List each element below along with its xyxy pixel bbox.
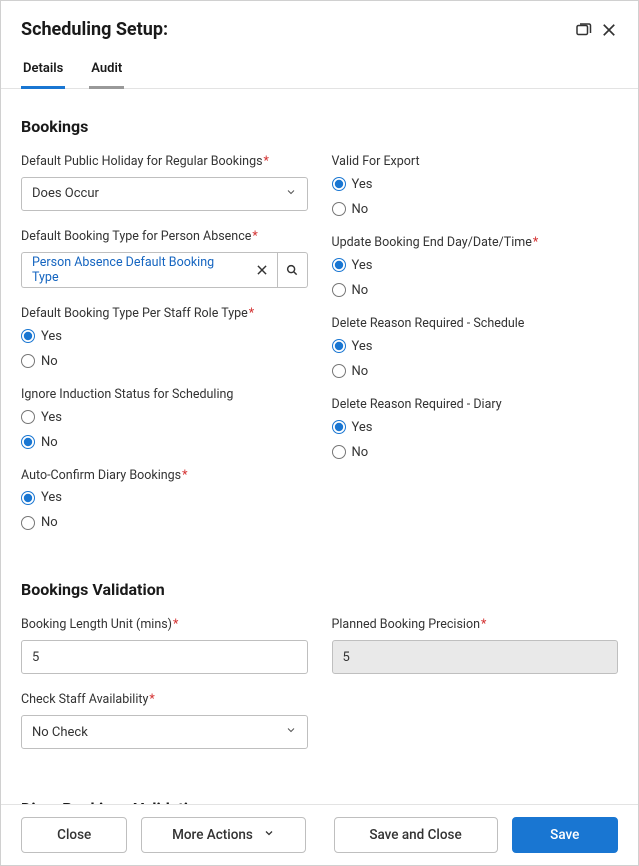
label-ignore-induction: Ignore Induction Status for Scheduling [21, 387, 308, 404]
radio-update-end-yes[interactable]: Yes [332, 258, 619, 273]
maximize-icon[interactable] [574, 21, 592, 39]
label-delete-reason-schedule: Delete Reason Required - Schedule [332, 316, 619, 333]
lookup-clear-button[interactable] [248, 252, 278, 288]
radio-delete-diary-yes[interactable]: Yes [332, 420, 619, 435]
close-icon[interactable] [600, 21, 618, 39]
radio-valid-export-no[interactable]: No [332, 202, 619, 217]
close-button[interactable]: Close [21, 817, 127, 853]
label-default-public-holiday: Default Public Holiday for Regular Booki… [21, 154, 308, 171]
chevron-down-icon [263, 827, 275, 843]
more-actions-button[interactable]: More Actions [141, 817, 305, 853]
page-title: Scheduling Setup: [21, 19, 168, 40]
label-planned-booking-precision: Planned Booking Precision* [332, 617, 619, 634]
label-booking-length-unit: Booking Length Unit (mins)* [21, 617, 308, 634]
input-planned-booking-precision: 5 [332, 640, 619, 674]
save-button[interactable]: Save [512, 817, 618, 853]
label-check-staff-availability: Check Staff Availability* [21, 692, 308, 709]
radio-staff-role-yes[interactable]: Yes [21, 329, 308, 344]
label-valid-for-export: Valid For Export [332, 154, 619, 171]
radio-delete-schedule-yes[interactable]: Yes [332, 339, 619, 354]
chevron-down-icon [285, 186, 297, 202]
tab-details[interactable]: Details [21, 51, 65, 89]
label-update-booking-end: Update Booking End Day/Date/Time* [332, 235, 619, 252]
lookup-search-button[interactable] [278, 252, 308, 288]
label-auto-confirm-diary: Auto-Confirm Diary Bookings* [21, 468, 308, 485]
tab-audit[interactable]: Audit [89, 51, 124, 89]
select-default-public-holiday[interactable]: Does Occur [21, 177, 308, 211]
chevron-down-icon [285, 724, 297, 740]
radio-auto-confirm-yes[interactable]: Yes [21, 490, 308, 505]
input-booking-length-unit[interactable]: 5 [21, 640, 308, 674]
radio-update-end-no[interactable]: No [332, 283, 619, 298]
section-bookings: Bookings [21, 117, 618, 136]
save-and-close-button[interactable]: Save and Close [334, 817, 498, 853]
select-check-staff-availability[interactable]: No Check [21, 715, 308, 749]
radio-delete-diary-no[interactable]: No [332, 445, 619, 460]
radio-staff-role-no[interactable]: No [21, 354, 308, 369]
radio-delete-schedule-no[interactable]: No [332, 364, 619, 379]
section-bookings-validation: Bookings Validation [21, 580, 618, 599]
radio-valid-export-yes[interactable]: Yes [332, 177, 619, 192]
lookup-value[interactable]: Person Absence Default Booking Type [21, 252, 248, 288]
label-default-booking-type-staff-role: Default Booking Type Per Staff Role Type… [21, 306, 308, 323]
radio-ignore-induction-yes[interactable]: Yes [21, 410, 308, 425]
radio-ignore-induction-no[interactable]: No [21, 435, 308, 450]
label-delete-reason-diary: Delete Reason Required - Diary [332, 397, 619, 414]
lookup-default-booking-type-absence[interactable]: Person Absence Default Booking Type [21, 252, 308, 288]
label-default-booking-type-absence: Default Booking Type for Person Absence* [21, 229, 308, 246]
radio-auto-confirm-no[interactable]: No [21, 515, 308, 530]
